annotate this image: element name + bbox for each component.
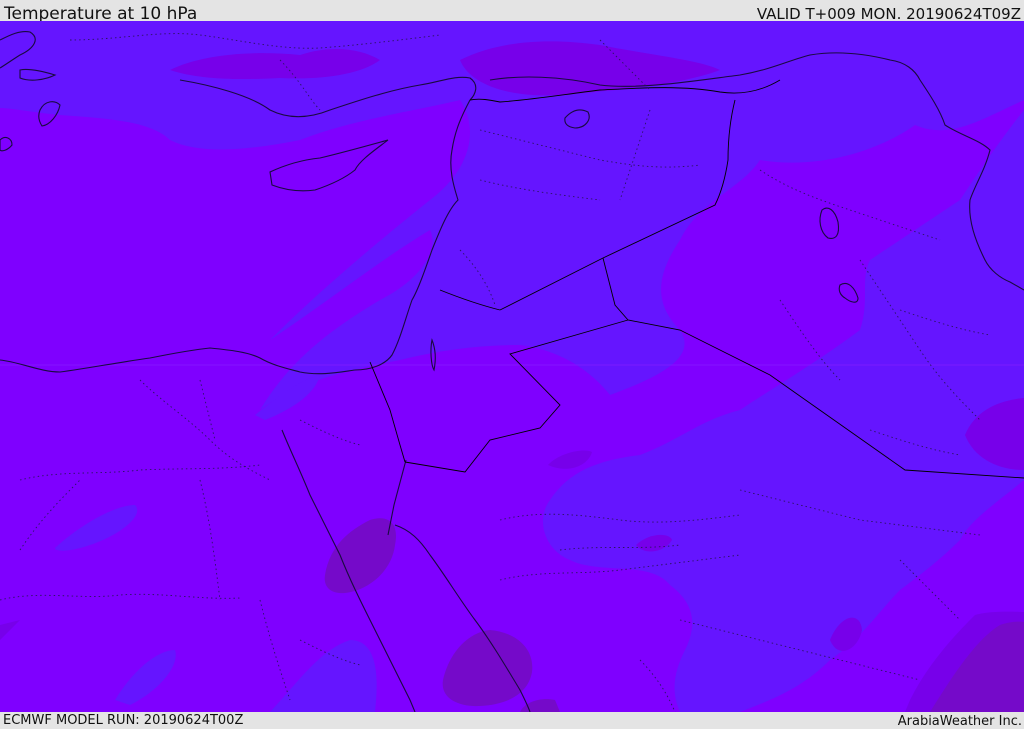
bottom-bar: ECMWF MODEL RUN: 20190624T00Z ArabiaWeat… — [0, 712, 1024, 729]
valid-time: VALID T+009 MON. 20190624T09Z — [756, 5, 1021, 23]
top-bar: Temperature at 10 hPa VALID T+009 MON. 2… — [0, 0, 1024, 24]
weather-map — [0, 21, 1024, 712]
credit: ArabiaWeather Inc. — [897, 714, 1022, 729]
model-run: ECMWF MODEL RUN: 20190624T00Z — [3, 713, 244, 728]
map-canvas — [0, 21, 1024, 712]
